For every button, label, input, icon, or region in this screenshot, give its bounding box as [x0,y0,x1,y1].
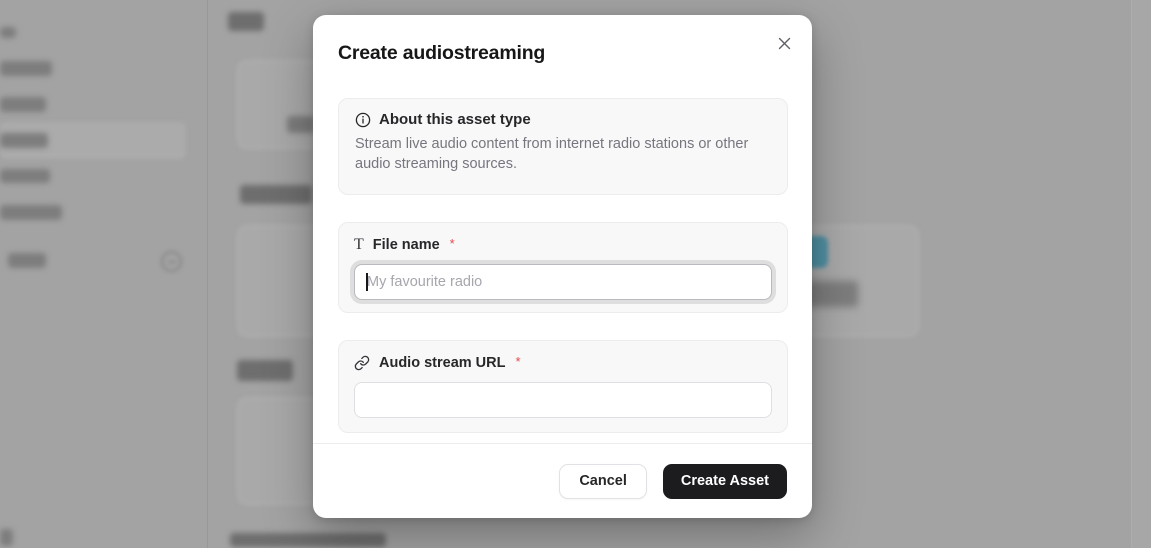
section-heading-skeleton [240,185,312,204]
close-button[interactable] [771,30,797,56]
section-heading-skeleton [237,360,293,381]
sidebar-footer-skeleton [0,529,13,546]
tile-text-skeleton [806,281,858,307]
close-icon [777,36,792,51]
sidebar-section-skeleton [8,253,46,268]
screen: Create audiostreaming About this as [0,0,1151,548]
file-name-label: File name [373,237,440,253]
text-icon: T [354,237,364,253]
page-title-skeleton [228,12,264,31]
sidebar-item-skeleton [0,169,50,183]
sidebar-item-skeleton [0,97,46,112]
scrollbar-track [1131,0,1151,548]
audio-stream-url-input[interactable] [354,382,772,418]
file-name-field-group: T File name * [338,222,788,313]
sidebar-item-skeleton [0,133,48,148]
info-box: About this asset type Stream live audio … [338,98,788,195]
file-name-input[interactable] [354,264,772,300]
info-body: Stream live audio content from internet … [355,134,771,174]
info-icon [355,112,371,128]
cancel-button[interactable]: Cancel [559,464,647,499]
collapse-icon [161,251,182,272]
required-asterisk: * [516,354,521,369]
link-icon [354,355,370,371]
sidebar-item-skeleton [0,61,52,76]
audio-stream-url-field-group: Audio stream URL * [338,340,788,433]
required-asterisk: * [450,236,455,251]
section-heading-skeleton [230,533,386,547]
dialog-title: Create audiostreaming [338,42,545,65]
create-audiostreaming-dialog: Create audiostreaming About this as [313,15,812,518]
audio-stream-url-label: Audio stream URL [379,355,506,371]
card-text-skeleton [287,116,315,133]
info-title: About this asset type [379,111,531,128]
sidebar-logo-skeleton [0,27,16,38]
text-caret [366,273,368,291]
dialog-footer: Cancel Create Asset [313,443,812,518]
sidebar-item-skeleton [0,205,62,220]
create-asset-button[interactable]: Create Asset [663,464,787,499]
sidebar-divider [207,0,208,548]
